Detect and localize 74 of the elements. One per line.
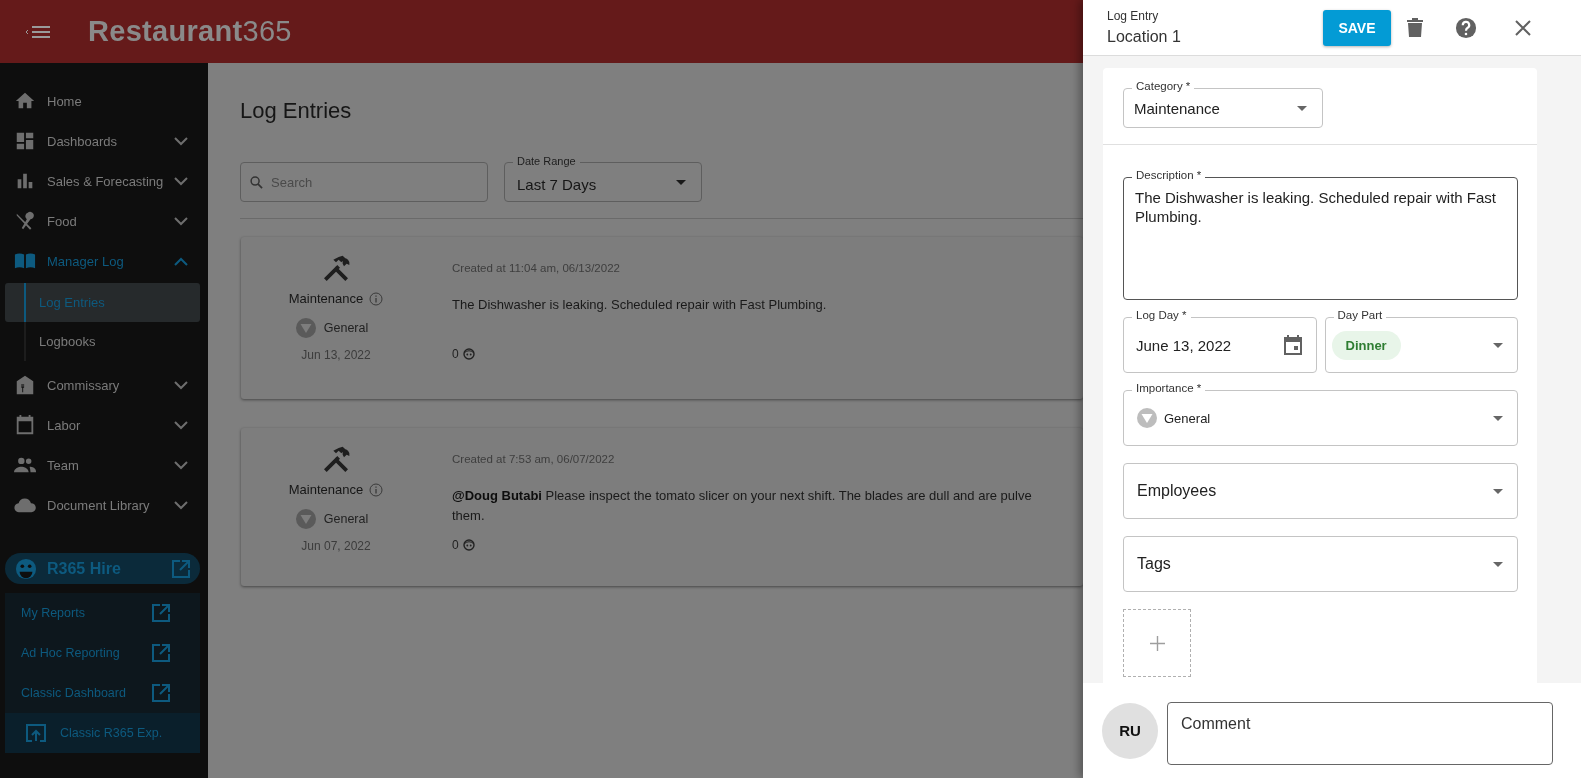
- caret-icon: [1297, 105, 1307, 111]
- caret-icon: [676, 179, 686, 185]
- trash-icon[interactable]: [1407, 18, 1423, 37]
- description-field[interactable]: Description * The Dishwasher is leaking. Scheduled repair with Fast Plumbing.: [1123, 169, 1518, 300]
- nav-item[interactable]: Dashboards: [0, 121, 208, 161]
- upload-window-icon: [26, 724, 46, 742]
- nav-item[interactable]: Sales & Forecasting: [0, 161, 208, 201]
- external-link-icon: [152, 604, 170, 622]
- info-icon: [369, 482, 384, 497]
- comment-count: 0: [452, 347, 459, 361]
- importance-icon: [295, 318, 316, 338]
- nav-item[interactable]: Food: [0, 201, 208, 241]
- page-title: Log Entries: [240, 98, 353, 124]
- category-select[interactable]: Category * Maintenance: [1123, 80, 1323, 128]
- plus-icon: [1149, 635, 1165, 651]
- created-time: Created at 7:53 am, 06/07/2022: [452, 453, 616, 465]
- created-time: Created at 11:04 am, 06/13/2022: [452, 262, 621, 274]
- date-range-select[interactable]: Date Range Last 7 Days: [504, 154, 702, 202]
- cal-icon: [14, 414, 36, 436]
- help-icon[interactable]: [1455, 16, 1477, 39]
- entry-message: them.: [452, 507, 486, 525]
- entry-message: @Doug Butabi Please inspect the tomato slicer on your next shift. The blades are dull and are pulve: [452, 487, 1032, 505]
- importance-label: General: [323, 321, 369, 335]
- importance-select[interactable]: Importance * General: [1123, 382, 1518, 446]
- caret-icon: [1493, 561, 1503, 567]
- category-label: Maintenance: [288, 291, 364, 306]
- nav-item[interactable]: Manager Log: [0, 241, 208, 281]
- menu-icon[interactable]: [24, 24, 52, 39]
- drawer-title: Location 1: [1107, 28, 1182, 46]
- importance-label: General: [323, 512, 369, 526]
- log-day-field[interactable]: Log Day * June 13, 2022: [1123, 309, 1317, 373]
- caret-icon: [1493, 415, 1503, 421]
- entry-date: Jun 13, 2022: [301, 348, 371, 362]
- external-link-icon: [152, 644, 170, 662]
- log-entry-card[interactable]: Maintenance General Jun 07, 2022 Created at 7:53 am, 06/07/2022 @Doug Butabi Please inspect the tomato slicer on your next shift. The blades are dull and are pulve them. 0: [241, 428, 1083, 586]
- search-icon: [250, 176, 263, 189]
- nav-item[interactable]: Document Library: [0, 485, 208, 525]
- importance-icon: [1137, 408, 1157, 428]
- comment-field[interactable]: Comment: [1167, 701, 1553, 765]
- day-part-chip: Dinner: [1331, 330, 1401, 360]
- face-icon: [462, 539, 475, 551]
- report-link[interactable]: Classic Dashboard: [5, 673, 200, 713]
- tags-select[interactable]: Tags: [1123, 528, 1518, 592]
- importance-icon: [295, 509, 316, 529]
- employees-select[interactable]: Employees: [1123, 455, 1518, 519]
- comment-count: 0: [452, 538, 459, 552]
- dash-icon: [14, 130, 36, 152]
- log-entry-card[interactable]: Maintenance General Jun 13, 2022 Created at 11:04 am, 06/13/2022 The Dishwasher is leaking. Scheduled repair with Fast Plumbing. 0: [241, 237, 1083, 399]
- external-link-icon: [172, 559, 190, 578]
- caret-icon: [1493, 488, 1503, 494]
- drawer-subtitle: Log Entry: [1107, 9, 1160, 23]
- entry-date: Jun 07, 2022: [301, 539, 371, 553]
- smiley-icon: [15, 557, 37, 580]
- close-icon[interactable]: [1515, 19, 1531, 36]
- external-link-icon: [152, 684, 170, 702]
- caret-icon: [1493, 342, 1503, 348]
- save-button[interactable]: SAVE: [1323, 9, 1391, 46]
- report-link[interactable]: My Reports: [5, 593, 200, 633]
- entry-message: The Dishwasher is leaking. Scheduled repair with Fast Plumbing.: [452, 296, 827, 314]
- nav-item[interactable]: Team: [0, 445, 208, 485]
- day-part-select[interactable]: Day Part Dinner: [1324, 309, 1518, 373]
- nav-item[interactable]: Home: [0, 81, 208, 121]
- nav-subitem[interactable]: Logbooks: [5, 322, 200, 361]
- category-label: Maintenance: [288, 482, 364, 497]
- user-avatar: RU: [1102, 702, 1158, 759]
- nav-item[interactable]: Commissary: [0, 365, 208, 405]
- food-icon: [14, 210, 36, 232]
- store-icon: [14, 374, 36, 396]
- nav-item[interactable]: Labor: [0, 405, 208, 445]
- face-icon: [462, 348, 475, 360]
- calendar-icon: [1283, 335, 1302, 355]
- report-link[interactable]: Ad Hoc Reporting: [5, 633, 200, 673]
- info-icon: [369, 291, 384, 306]
- logo: Restaurant365: [88, 15, 292, 48]
